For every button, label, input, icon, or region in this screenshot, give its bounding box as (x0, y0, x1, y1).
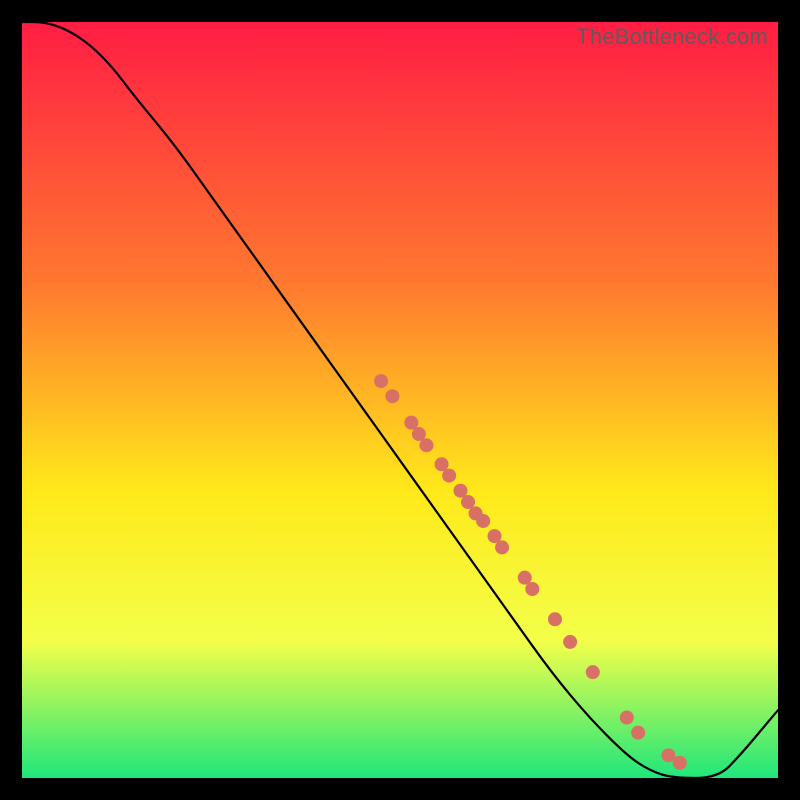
watermark-text: TheBottleneck.com (576, 24, 768, 50)
chart-marker (476, 514, 490, 528)
chart-marker (385, 389, 399, 403)
chart-svg (22, 22, 778, 778)
chart-marker (563, 635, 577, 649)
chart-plot-area: TheBottleneck.com (22, 22, 778, 778)
chart-marker (548, 612, 562, 626)
chart-marker (586, 665, 600, 679)
chart-marker (673, 756, 687, 770)
chart-marker (419, 438, 433, 452)
chart-frame: TheBottleneck.com (0, 0, 800, 800)
chart-marker (525, 582, 539, 596)
chart-marker (620, 711, 634, 725)
chart-marker (442, 469, 456, 483)
chart-marker (631, 726, 645, 740)
chart-marker (495, 540, 509, 554)
chart-background (22, 22, 778, 778)
chart-marker (374, 374, 388, 388)
